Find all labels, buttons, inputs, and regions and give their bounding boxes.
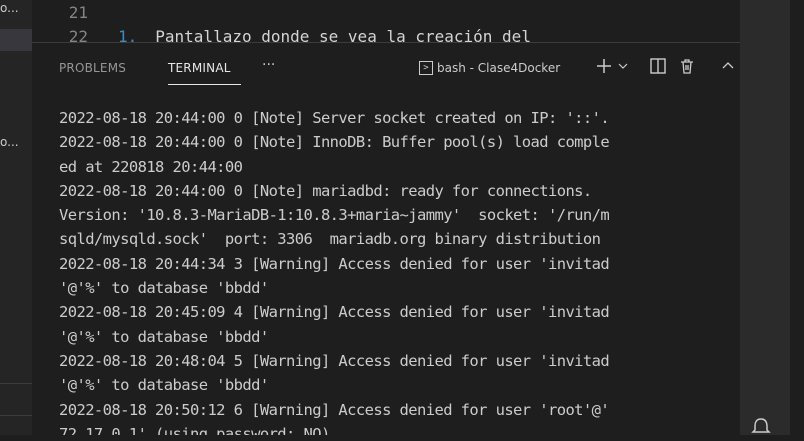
terminal-name: bash - Clase4Docker: [437, 61, 561, 75]
plus-icon[interactable]: [595, 57, 613, 80]
editor-line: 22 1. Pantallazo donde se vea la creación …: [32, 26, 531, 42]
terminal-selector[interactable]: > bash - Clase4Docker: [419, 58, 560, 78]
explorer-item[interactable]: o...: [0, 131, 32, 153]
terminal-line: sqld/mysqld.sock' port: 3306 mariadb.org…: [59, 230, 601, 249]
terminal-line: ed at 220818 20:44:00: [59, 157, 243, 176]
terminal-line: 2022-08-18 20:50:12 6 [Warning] Access d…: [59, 400, 610, 419]
split-icon[interactable]: [649, 57, 667, 80]
terminal-line: 72.17.0.1' (using password: NO): [59, 424, 330, 435]
terminal-icon: >: [419, 61, 433, 75]
chevron-down-icon[interactable]: [617, 57, 629, 80]
terminal-line: 2022-08-18 20:45:09 4 [Warning] Access d…: [59, 303, 610, 322]
list-number: 1.: [118, 27, 138, 42]
bell-icon[interactable]: [749, 417, 773, 441]
tab-problems[interactable]: PROBLEMS: [59, 61, 126, 75]
terminal-line: '@'%' to database 'bbdd': [59, 376, 269, 395]
right-gutter: [740, 0, 804, 435]
line-number: 21: [68, 3, 88, 22]
terminal-line: '@'%' to database 'bbdd': [59, 327, 269, 346]
terminal-line: 2022-08-18 20:44:00 0 [Note] mariadbd: r…: [59, 181, 592, 200]
chevron-up-icon[interactable]: [720, 57, 736, 80]
editor-line: 21: [32, 2, 88, 24]
editor-text: Pantallazo donde se vea la creación del: [155, 27, 531, 42]
terminal-line: 2022-08-18 20:44:00 0 [Note] InnoDB: Buf…: [59, 133, 610, 152]
terminal-line: 2022-08-18 20:44:00 0 [Note] Server sock…: [59, 109, 610, 127]
terminal-line: '@'%' to database 'bbdd': [59, 279, 269, 298]
active-tab-indicator: [168, 84, 241, 85]
scrollbar-strip[interactable]: [790, 0, 804, 435]
sidebar-divider: [0, 415, 32, 416]
terminal-line: 2022-08-18 20:48:04 5 [Warning] Access d…: [59, 351, 610, 370]
line-number: 22: [68, 27, 88, 42]
sidebar-divider: [0, 383, 32, 384]
trash-icon[interactable]: [678, 57, 696, 80]
terminal-line: 2022-08-18 20:44:34 3 [Warning] Access d…: [59, 254, 610, 273]
explorer-sidebar: o... o...: [0, 0, 32, 435]
explorer-item-selected[interactable]: [0, 29, 32, 51]
panel-tab-bar: PROBLEMS TERMINAL ··· > bash - Clase4Doc…: [32, 43, 740, 93]
editor-area[interactable]: 21 22 1. Pantallazo donde se vea la creaci…: [32, 0, 740, 42]
tab-terminal[interactable]: TERMINAL: [168, 61, 231, 75]
terminal-output[interactable]: 2022-08-18 20:44:00 0 [Note] Server sock…: [59, 106, 740, 435]
terminal-line: Version: '10.8.3-MariaDB-1:10.8.3+maria~…: [59, 206, 610, 225]
workbench-main: 21 22 1. Pantallazo donde se vea la creaci…: [32, 0, 740, 435]
explorer-item[interactable]: o...: [0, 0, 32, 19]
more-tabs-icon[interactable]: ···: [262, 57, 275, 73]
